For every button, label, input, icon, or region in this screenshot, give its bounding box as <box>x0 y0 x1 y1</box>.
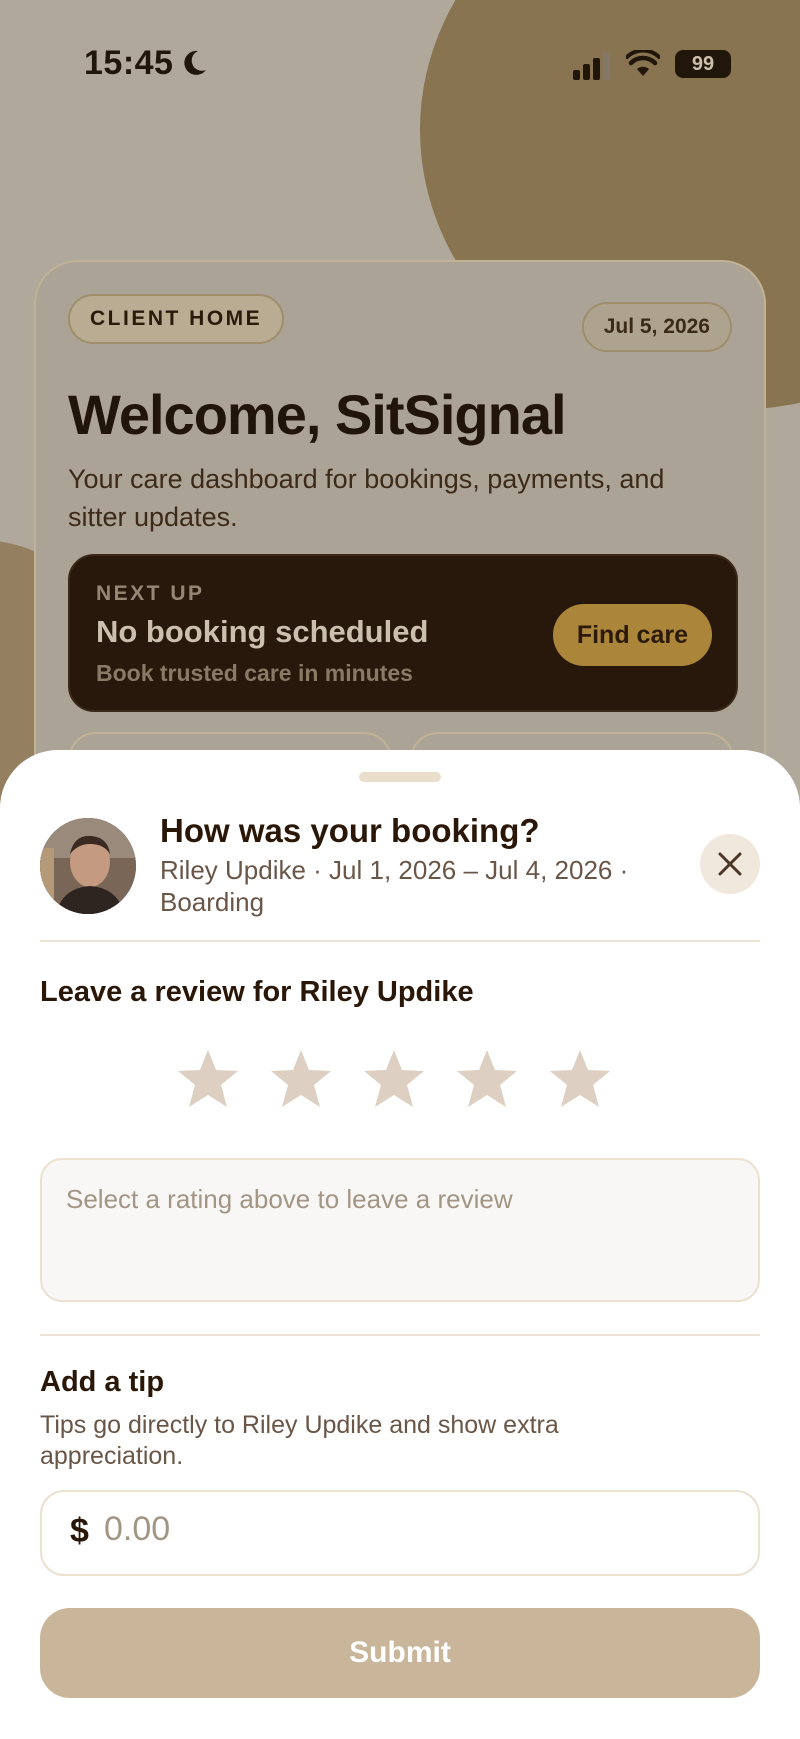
tip-input[interactable]: 0.00 <box>104 1510 170 1549</box>
sheet-drag-handle[interactable] <box>359 772 441 782</box>
star-icon[interactable] <box>362 1048 426 1110</box>
star-icon[interactable] <box>269 1048 333 1110</box>
star-icon[interactable] <box>176 1048 240 1110</box>
tip-description: Tips go directly to Riley Updike and sho… <box>40 1411 559 1470</box>
close-button[interactable] <box>700 834 760 894</box>
star-icon[interactable] <box>548 1048 612 1110</box>
sitter-photo <box>40 818 136 914</box>
tip-heading: Add a tip <box>40 1366 165 1398</box>
submit-button[interactable]: Submit <box>40 1608 760 1698</box>
sheet-title: How was your booking? <box>160 812 540 849</box>
booking-details: Riley Updike · Jul 1, 2026 – Jul 4, 2026… <box>160 855 629 917</box>
close-icon <box>718 852 742 876</box>
tip-amount-field[interactable]: $ 0.00 <box>40 1490 760 1576</box>
star-icon[interactable] <box>455 1048 519 1110</box>
review-heading: Leave a review for Riley Updike <box>40 976 474 1008</box>
avatar <box>40 818 136 914</box>
divider <box>40 940 760 942</box>
review-textarea[interactable]: Select a rating above to leave a review <box>40 1158 760 1302</box>
divider <box>40 1334 760 1336</box>
star-rating <box>176 1048 626 1112</box>
review-bottom-sheet: How was your booking? Riley Updike · Jul… <box>0 750 800 1739</box>
currency-symbol: $ <box>70 1512 89 1550</box>
